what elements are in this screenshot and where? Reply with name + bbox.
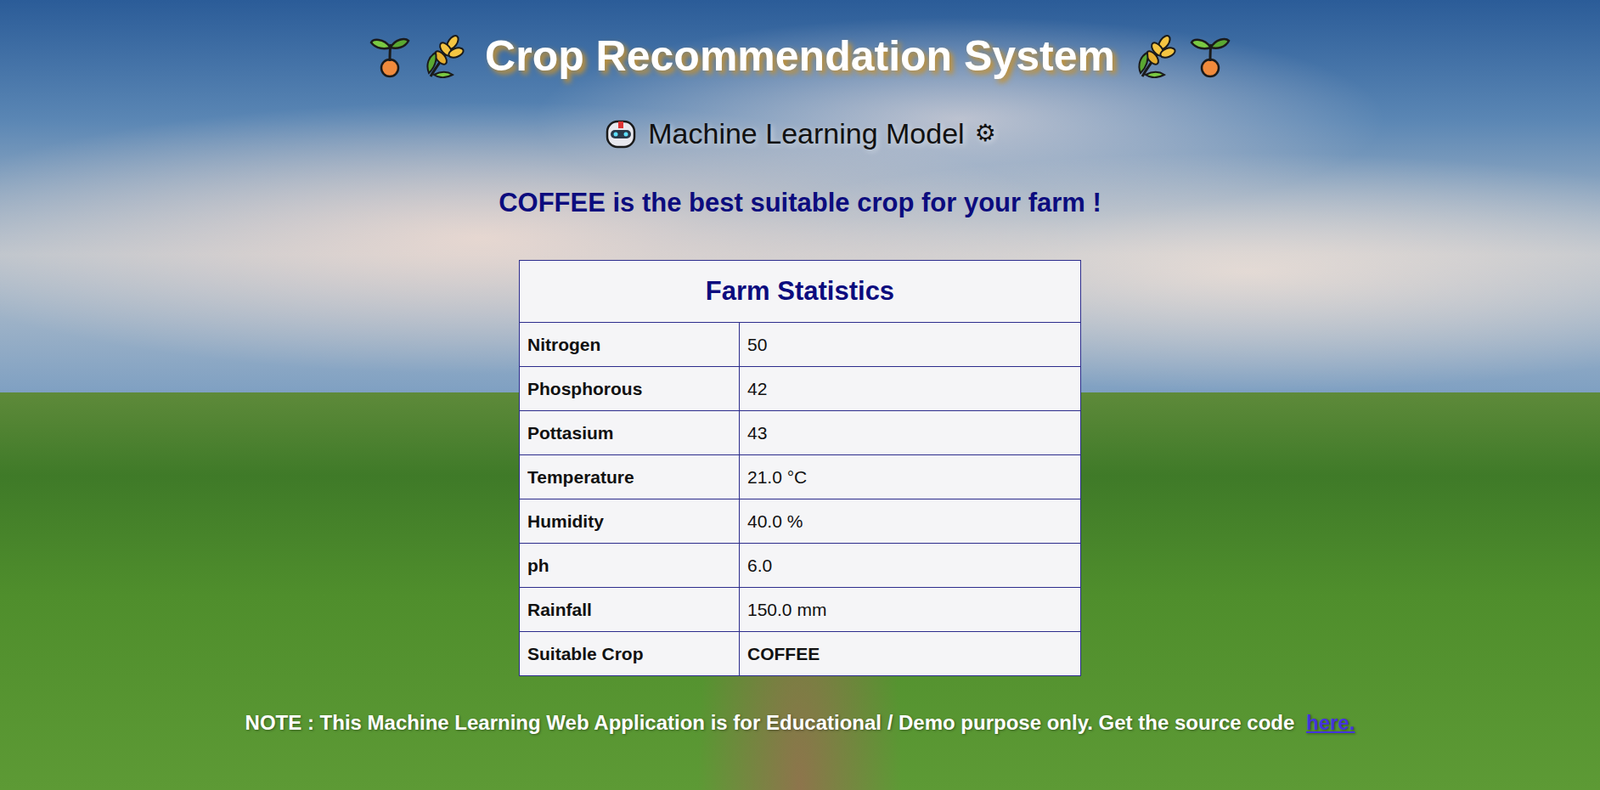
wheat-icon — [1133, 33, 1178, 79]
table-header-row: Farm Statistics — [519, 260, 1082, 323]
table-row: Rainfall150.0 mm — [519, 587, 1082, 632]
source-link[interactable]: here. — [1306, 710, 1355, 734]
row-value: 150.0 mm — [739, 587, 1082, 632]
title: Crop Recommendation System — [367, 30, 1233, 82]
table-row: ph6.0 — [519, 543, 1082, 588]
row-value: 40.0 % — [739, 499, 1082, 544]
page: Crop Recommendation System Machine Learn… — [0, 0, 1600, 790]
robot-icon — [603, 116, 638, 151]
seedling-icon — [367, 33, 412, 79]
subtitle-text: Machine Learning Model — [647, 114, 964, 153]
wheat-icon — [422, 33, 467, 79]
row-label: Rainfall — [519, 587, 740, 632]
table-row: Pottasium43 — [519, 411, 1082, 456]
row-value: 42 — [739, 366, 1082, 412]
row-label: Temperature — [519, 455, 740, 500]
row-value: 43 — [739, 411, 1082, 456]
row-label: Nitrogen — [519, 322, 740, 367]
row-value: 50 — [739, 322, 1082, 367]
row-label: Pottasium — [519, 411, 740, 456]
row-value: COFFEE — [739, 631, 1082, 677]
table-row: Humidity40.0 % — [519, 499, 1082, 544]
table-row: Nitrogen50 — [519, 322, 1082, 367]
row-label: Phosphorous — [519, 366, 740, 412]
table-title: Farm Statistics — [519, 260, 1082, 323]
row-value: 21.0 °C — [739, 455, 1082, 500]
result-message: COFFEE is the best suitable crop for you… — [498, 185, 1102, 220]
subtitle: Machine Learning Model ⚙ — [603, 114, 996, 153]
gear-icon: ⚙ — [974, 114, 997, 153]
farm-statistics-table: Farm StatisticsNitrogen50Phosphorous42Po… — [518, 259, 1082, 677]
seedling-icon — [1188, 33, 1233, 79]
row-label: Humidity — [519, 499, 740, 544]
row-label: Suitable Crop — [519, 631, 740, 677]
note-text: NOTE : This Machine Learning Web Applica… — [245, 710, 1296, 734]
row-label: ph — [519, 543, 740, 588]
row-value: 6.0 — [739, 543, 1082, 588]
note: NOTE : This Machine Learning Web Applica… — [245, 709, 1356, 736]
title-text: Crop Recommendation System — [484, 30, 1116, 82]
table-row: Suitable CropCOFFEE — [519, 631, 1082, 677]
table-row: Temperature21.0 °C — [519, 455, 1082, 500]
table-row: Phosphorous42 — [519, 366, 1082, 412]
